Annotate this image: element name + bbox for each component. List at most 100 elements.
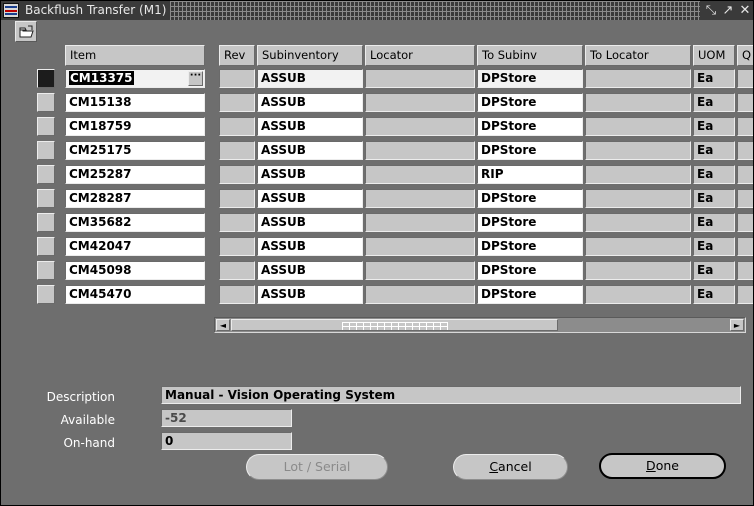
description-field[interactable]: Manual - Vision Operating System bbox=[161, 386, 741, 404]
column-header-to_subinv[interactable]: To Subinv bbox=[477, 45, 583, 66]
cell-item[interactable]: CM25175 bbox=[65, 141, 205, 160]
cell-to_locator[interactable] bbox=[585, 165, 691, 184]
cell-to_subinv[interactable]: DPStore bbox=[477, 189, 583, 208]
cell-subinventory[interactable]: ASSUB bbox=[257, 237, 363, 256]
cell-quantity[interactable] bbox=[737, 69, 753, 88]
cell-rev[interactable] bbox=[219, 213, 255, 232]
cell-to_locator[interactable] bbox=[585, 141, 691, 160]
onhand-field[interactable]: 0 bbox=[161, 432, 292, 450]
cell-subinventory[interactable]: ASSUB bbox=[257, 117, 363, 136]
cell-to_subinv[interactable]: RIP bbox=[477, 165, 583, 184]
cell-quantity[interactable] bbox=[737, 237, 753, 256]
cell-item[interactable]: CM45098 bbox=[65, 261, 205, 280]
close-icon[interactable]: ✕ bbox=[738, 3, 752, 18]
row-selector[interactable] bbox=[37, 189, 55, 208]
cell-locator[interactable] bbox=[365, 141, 475, 160]
cell-uom[interactable]: Ea bbox=[693, 69, 735, 88]
cell-uom[interactable]: Ea bbox=[693, 117, 735, 136]
cell-to_locator[interactable] bbox=[585, 285, 691, 304]
row-selector[interactable] bbox=[37, 69, 55, 88]
cell-uom[interactable]: Ea bbox=[693, 93, 735, 112]
cell-uom[interactable]: Ea bbox=[693, 261, 735, 280]
cell-to_subinv[interactable]: DPStore bbox=[477, 93, 583, 112]
row-selector[interactable] bbox=[37, 165, 55, 184]
scroll-right-arrow-icon[interactable]: ► bbox=[730, 319, 744, 331]
row-selector[interactable] bbox=[37, 261, 55, 280]
cell-quantity[interactable] bbox=[737, 141, 753, 160]
cell-quantity[interactable] bbox=[737, 261, 753, 280]
cell-rev[interactable] bbox=[219, 189, 255, 208]
cell-to_subinv[interactable]: DPStore bbox=[477, 69, 583, 88]
cell-item[interactable]: CM13375 ··· bbox=[65, 69, 205, 88]
column-header-subinventory[interactable]: Subinventory bbox=[257, 45, 363, 66]
cell-subinventory[interactable]: ASSUB bbox=[257, 69, 363, 88]
cell-quantity[interactable] bbox=[737, 213, 753, 232]
column-header-rev[interactable]: Rev bbox=[219, 45, 255, 66]
cell-locator[interactable] bbox=[365, 165, 475, 184]
cell-subinventory[interactable]: ASSUB bbox=[257, 285, 363, 304]
cell-item[interactable]: CM18759 bbox=[65, 117, 205, 136]
done-button[interactable]: Done bbox=[599, 453, 726, 479]
cell-locator[interactable] bbox=[365, 213, 475, 232]
cell-rev[interactable] bbox=[219, 261, 255, 280]
application-icon[interactable] bbox=[3, 3, 19, 18]
cell-to_subinv[interactable]: DPStore bbox=[477, 117, 583, 136]
cell-locator[interactable] bbox=[365, 117, 475, 136]
grid-horizontal-scrollbar[interactable]: ◄ ► bbox=[214, 317, 746, 333]
row-selector[interactable] bbox=[37, 93, 55, 112]
cell-item[interactable]: CM42047 bbox=[65, 237, 205, 256]
cell-item[interactable]: CM25287 bbox=[65, 165, 205, 184]
cell-item[interactable]: CM35682 bbox=[65, 213, 205, 232]
cell-uom[interactable]: Ea bbox=[693, 213, 735, 232]
scrollbar-thumb[interactable] bbox=[231, 319, 558, 331]
cell-subinventory[interactable]: ASSUB bbox=[257, 213, 363, 232]
cell-subinventory[interactable]: ASSUB bbox=[257, 93, 363, 112]
cell-subinventory[interactable]: ASSUB bbox=[257, 165, 363, 184]
column-header-uom[interactable]: UOM bbox=[693, 45, 735, 66]
cell-uom[interactable]: Ea bbox=[693, 285, 735, 304]
cell-to_locator[interactable] bbox=[585, 237, 691, 256]
available-field[interactable]: -52 bbox=[161, 409, 292, 427]
cell-to_subinv[interactable]: DPStore bbox=[477, 237, 583, 256]
row-selector[interactable] bbox=[37, 237, 55, 256]
minimize-icon[interactable]: ⤡ bbox=[704, 3, 718, 18]
cell-to_subinv[interactable]: DPStore bbox=[477, 285, 583, 304]
cell-to_locator[interactable] bbox=[585, 189, 691, 208]
cell-uom[interactable]: Ea bbox=[693, 237, 735, 256]
column-header-quantity[interactable]: Q bbox=[737, 45, 753, 66]
cell-subinventory[interactable]: ASSUB bbox=[257, 189, 363, 208]
cell-uom[interactable]: Ea bbox=[693, 165, 735, 184]
row-selector[interactable] bbox=[37, 117, 55, 136]
cell-rev[interactable] bbox=[219, 93, 255, 112]
cell-to_subinv[interactable]: DPStore bbox=[477, 141, 583, 160]
row-selector[interactable] bbox=[37, 141, 55, 160]
column-header-item[interactable]: Item bbox=[65, 45, 205, 66]
cell-item[interactable]: CM28287 bbox=[65, 189, 205, 208]
cell-to_locator[interactable] bbox=[585, 69, 691, 88]
cell-rev[interactable] bbox=[219, 237, 255, 256]
cell-quantity[interactable] bbox=[737, 117, 753, 136]
cell-rev[interactable] bbox=[219, 141, 255, 160]
cell-uom[interactable]: Ea bbox=[693, 189, 735, 208]
cell-rev[interactable] bbox=[219, 165, 255, 184]
cell-locator[interactable] bbox=[365, 69, 475, 88]
maximize-icon[interactable]: ↗ bbox=[721, 3, 735, 18]
cell-to_locator[interactable] bbox=[585, 213, 691, 232]
title-bar[interactable]: Backflush Transfer (M1) ⤡ ↗ ✕ bbox=[1, 1, 753, 20]
cell-locator[interactable] bbox=[365, 189, 475, 208]
row-selector[interactable] bbox=[37, 213, 55, 232]
cell-quantity[interactable] bbox=[737, 189, 753, 208]
cell-quantity[interactable] bbox=[737, 285, 753, 304]
cell-quantity[interactable] bbox=[737, 93, 753, 112]
cancel-button[interactable]: Cancel bbox=[453, 454, 568, 480]
list-of-values-button[interactable]: ··· bbox=[188, 71, 203, 86]
open-folder-button[interactable] bbox=[15, 21, 37, 42]
cell-to_locator[interactable] bbox=[585, 261, 691, 280]
cell-item[interactable]: CM45470 bbox=[65, 285, 205, 304]
cell-to_locator[interactable] bbox=[585, 93, 691, 112]
cell-locator[interactable] bbox=[365, 261, 475, 280]
cell-quantity[interactable] bbox=[737, 165, 753, 184]
lot-serial-button[interactable]: Lot / Serial bbox=[246, 454, 388, 480]
cell-item[interactable]: CM15138 bbox=[65, 93, 205, 112]
row-selector[interactable] bbox=[37, 285, 55, 304]
